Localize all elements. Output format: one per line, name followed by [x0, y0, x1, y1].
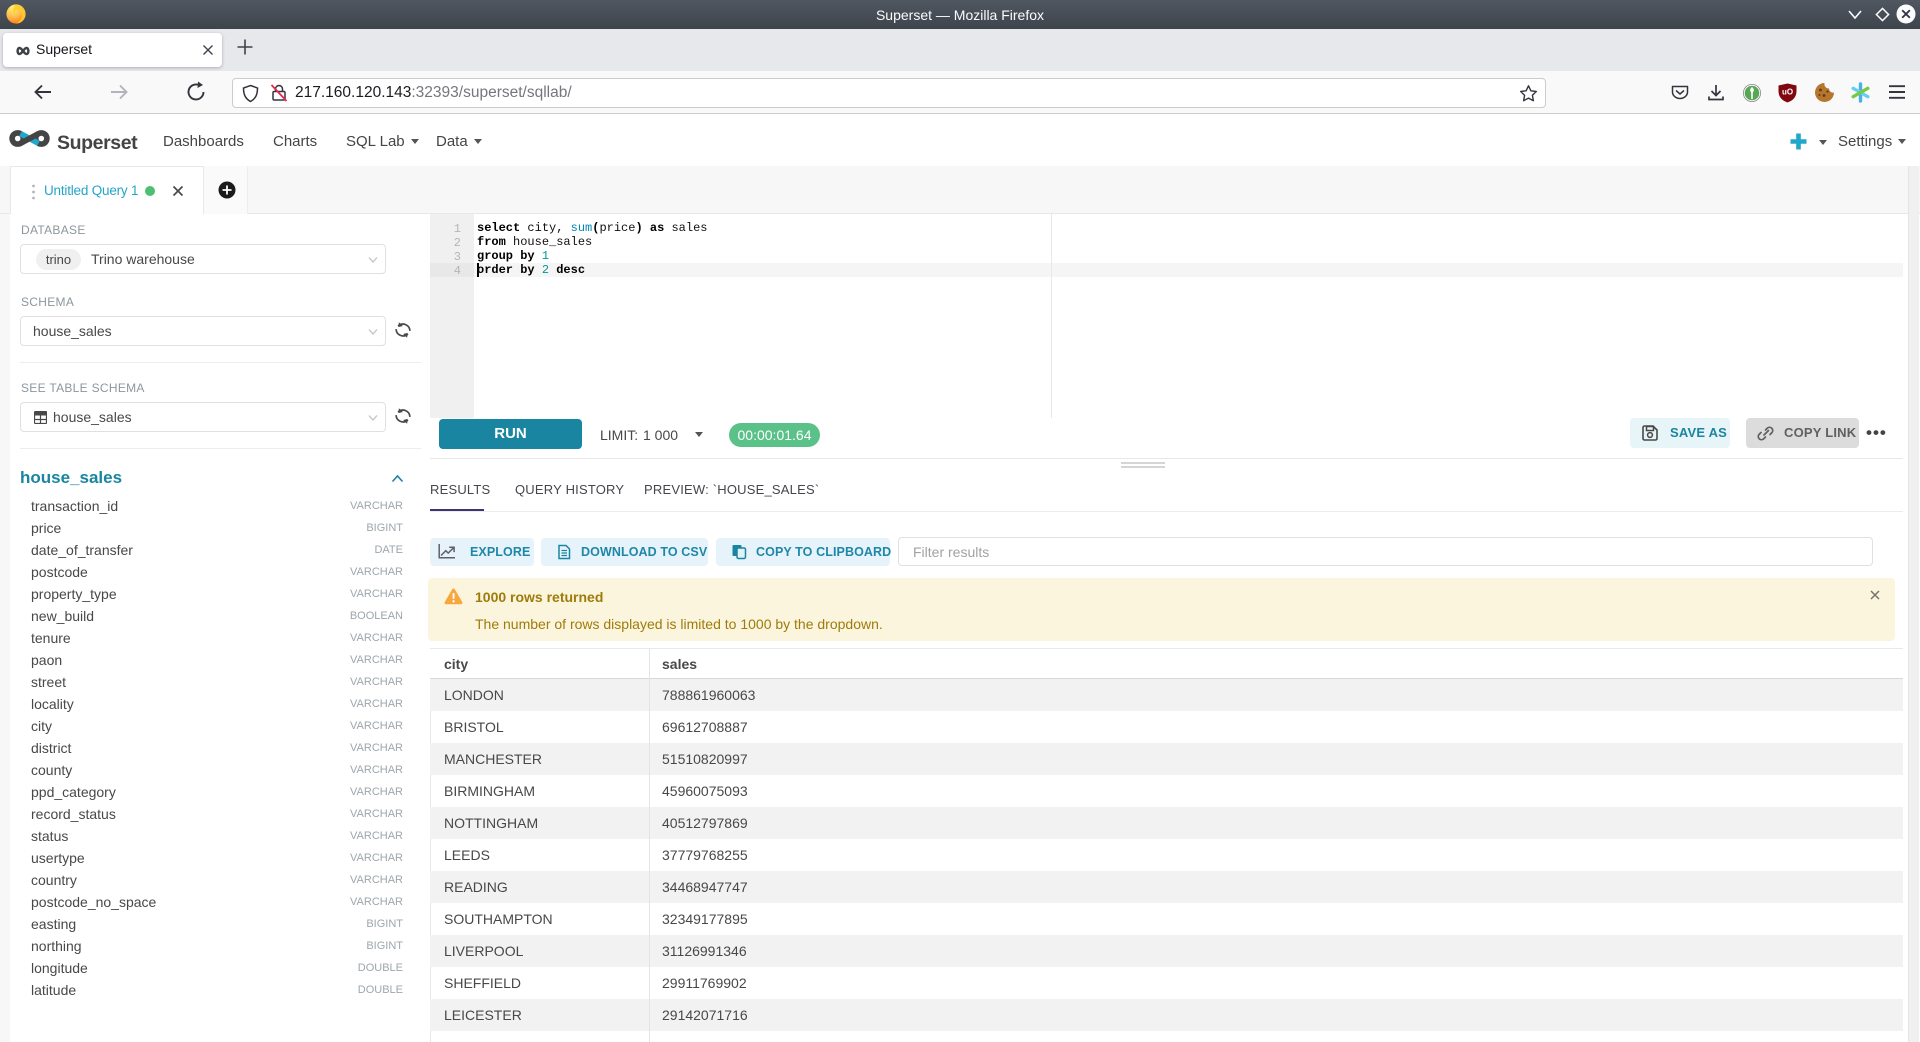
svg-text:uO: uO	[1782, 88, 1793, 97]
